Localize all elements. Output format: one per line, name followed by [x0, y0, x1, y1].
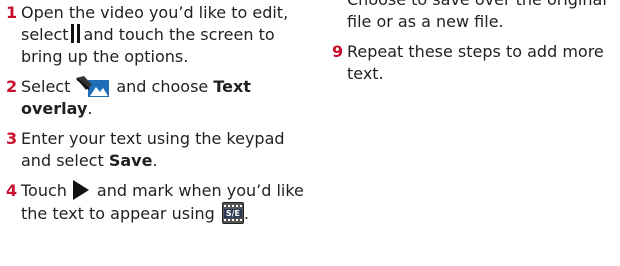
- step-9: 9 Repeat these steps to add more text.: [332, 41, 620, 85]
- step-text: .: [87, 99, 93, 118]
- play-icon: [72, 180, 89, 200]
- step-text: Touch: [21, 181, 67, 200]
- step-1: 1 Open the video you’d like to edit, sel…: [6, 2, 306, 68]
- step-number: 2: [6, 77, 18, 96]
- step-3: 3 Enter your text using the keypad and s…: [6, 128, 306, 172]
- edit-video-icon: [76, 76, 110, 97]
- step-number: 9: [332, 42, 344, 61]
- step-4: 4 Touch and mark when you’d like the text…: [6, 180, 306, 225]
- step-number: 3: [6, 129, 18, 148]
- step-text: .: [152, 151, 158, 170]
- pause-icon: [70, 24, 81, 43]
- step-text: and choose: [116, 77, 209, 96]
- step-text: .: [243, 204, 249, 223]
- step-number: 1: [6, 3, 18, 22]
- step-text: Select: [21, 77, 71, 96]
- right-column: Choose to save over the original file or…: [332, 0, 620, 93]
- step-number: 4: [6, 181, 18, 200]
- step-2: 2 Select and choose Text overlay.: [6, 76, 306, 120]
- step-text: Repeat these steps to add more text.: [347, 42, 604, 83]
- step-8-continuation: Choose to save over the original file or…: [347, 0, 607, 31]
- left-column: 1 Open the video you’d like to edit, sel…: [6, 0, 306, 233]
- start-end-icon: S/E: [221, 202, 244, 224]
- start-end-icon-label: S/E: [223, 209, 242, 218]
- step-bold-text: Save: [108, 151, 153, 170]
